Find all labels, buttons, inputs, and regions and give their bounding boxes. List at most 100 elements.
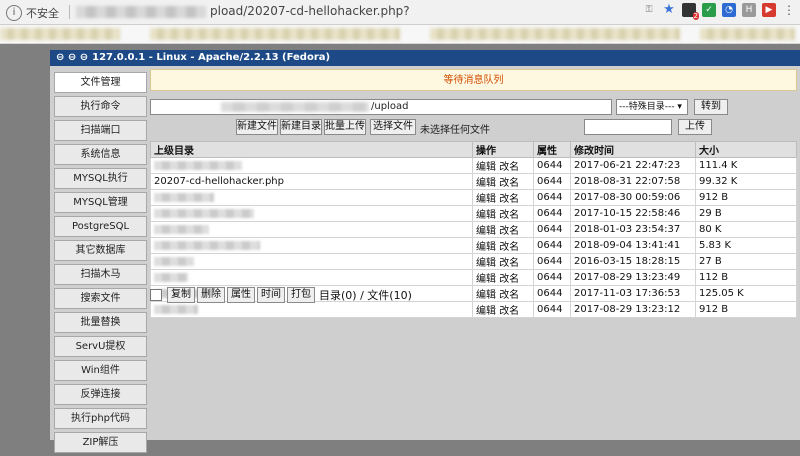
perm-cell[interactable]: 0644 [533,157,571,174]
bulk-actions-bar: 复制 删除 属性 时间 打包 目录(0) / 文件(10) [150,287,412,303]
video-icon[interactable]: ▶ [762,3,776,17]
file-name-cell[interactable] [150,269,473,286]
sidebar-item-postgresql[interactable]: PostgreSQL [54,216,147,237]
window-controls[interactable]: ⊖ ⊖ ⊖ [56,50,88,66]
url-text[interactable]: pload/20207-cd-hellohacker.php? [210,4,410,18]
menu-icon[interactable]: ⋮ [782,3,796,17]
mtime-cell[interactable]: 2016-03-15 18:28:15 [570,253,696,270]
rename-link[interactable]: 改名 [499,194,519,205]
mtime-cell[interactable]: 2017-10-15 22:58:46 [570,205,696,222]
mtime-cell[interactable]: 2017-08-30 00:59:06 [570,189,696,206]
perm-cell[interactable]: 0644 [533,269,571,286]
edit-link[interactable]: 编辑 [476,258,496,269]
sidebar-item-search-files[interactable]: 搜索文件 [54,288,147,309]
upload-button[interactable]: 上传 [678,119,712,135]
edit-link[interactable]: 编辑 [476,274,496,285]
rename-link[interactable]: 改名 [499,242,519,253]
rename-link[interactable]: 改名 [499,162,519,173]
file-name-cell[interactable] [150,221,473,238]
choose-file-button[interactable]: 选择文件 [370,119,416,135]
sidebar-item-other-db[interactable]: 其它数据库 [54,240,147,261]
info-icon[interactable]: i [6,5,22,21]
action-cell: 编辑 改名 [472,157,534,174]
size-cell: 29 B [695,205,797,222]
shield-icon[interactable]: ✓ [702,3,716,17]
new-file-button[interactable]: 新建文件 [236,119,278,135]
sidebar-item-win-component[interactable]: Win组件 [54,360,147,381]
h-icon[interactable]: H [742,3,756,17]
edit-link[interactable]: 编辑 [476,242,496,253]
sidebar-item-exec-command[interactable]: 执行命令 [54,96,147,117]
mtime-cell[interactable]: 2018-01-03 23:54:37 [570,221,696,238]
batch-upload-button[interactable]: 批量上传 [324,119,366,135]
mtime-cell[interactable]: 2017-11-03 17:36:53 [570,285,696,302]
sidebar-item-mysql-manage[interactable]: MYSQL管理 [54,192,147,213]
perm-cell[interactable]: 0644 [533,205,571,222]
history-icon[interactable]: ◔ [722,3,736,17]
col-parent-dir[interactable]: 上级目录 [150,141,473,158]
file-name-cell[interactable] [150,237,473,254]
mtime-cell[interactable]: 2017-08-29 13:23:49 [570,269,696,286]
sidebar-item-reverse-connect[interactable]: 反弹连接 [54,384,147,405]
sidebar-item-file-manager[interactable]: 文件管理 [54,72,147,93]
rename-link[interactable]: 改名 [499,290,519,301]
rename-link[interactable]: 改名 [499,226,519,237]
perm-cell[interactable]: 0644 [533,237,571,254]
sidebar-item-trojan-scan[interactable]: 扫描木马 [54,264,147,285]
edit-link[interactable]: 编辑 [476,306,496,317]
sidebar-item-exec-php[interactable]: 执行php代码 [54,408,147,429]
delete-button[interactable]: 删除 [197,287,225,303]
edit-link[interactable]: 编辑 [476,210,496,221]
edit-link[interactable]: 编辑 [476,226,496,237]
sidebar-item-batch-replace[interactable]: 批量替换 [54,312,147,333]
file-name-cell[interactable] [150,189,473,206]
time-button[interactable]: 时间 [257,287,285,303]
edit-link[interactable]: 编辑 [476,178,496,189]
perm-cell[interactable]: 0644 [533,189,571,206]
upload-name-input[interactable] [584,119,672,135]
perm-cell[interactable]: 0644 [533,253,571,270]
pack-button[interactable]: 打包 [287,287,315,303]
goto-button[interactable]: 转到 [694,99,728,115]
redacted-file-name [154,224,209,234]
rename-link[interactable]: 改名 [499,178,519,189]
select-all-checkbox[interactable] [150,289,162,301]
extension-icon[interactable]: 2 [682,3,699,20]
browser-address-bar[interactable]: i 不安全 pload/20207-cd-hellohacker.php? ⚿ … [0,0,800,25]
special-dir-select-value: ---特殊目录--- [619,102,675,112]
sidebar-item-servu[interactable]: ServU提权 [54,336,147,357]
file-name-cell[interactable] [150,205,473,222]
sidebar-item-system-info[interactable]: 系统信息 [54,144,147,165]
perm-cell[interactable]: 0644 [533,173,571,190]
file-name-cell[interactable] [150,301,473,318]
edit-link[interactable]: 编辑 [476,194,496,205]
perm-cell[interactable]: 0644 [533,221,571,238]
rename-link[interactable]: 改名 [499,306,519,317]
perm-cell[interactable]: 0644 [533,301,571,318]
file-name-cell[interactable] [150,157,473,174]
attr-button[interactable]: 属性 [227,287,255,303]
perm-cell[interactable]: 0644 [533,285,571,302]
sidebar-item-mysql-exec[interactable]: MYSQL执行 [54,168,147,189]
sidebar-item-port-scan[interactable]: 扫描端口 [54,120,147,141]
col-size: 大小 [695,141,797,158]
table-row: 20207-cd-hellohacker.php 编辑 改名 0644 2018-08… [150,173,797,190]
special-dir-select[interactable]: ---特殊目录--- ▾ [616,99,688,115]
star-icon[interactable]: ★ [662,3,676,17]
mtime-cell[interactable]: 2017-06-21 22:47:23 [570,157,696,174]
sidebar-item-zip-extract[interactable]: ZIP解压 [54,432,147,453]
file-name-cell[interactable] [150,253,473,270]
rename-link[interactable]: 改名 [499,274,519,285]
rename-link[interactable]: 改名 [499,210,519,221]
copy-button[interactable]: 复制 [167,287,195,303]
new-dir-button[interactable]: 新建目录 [280,119,322,135]
rename-link[interactable]: 改名 [499,258,519,269]
edit-link[interactable]: 编辑 [476,162,496,173]
mtime-cell[interactable]: 2017-08-29 13:23:12 [570,301,696,318]
file-name-cell[interactable]: 20207-cd-hellohacker.php [150,173,473,190]
key-icon[interactable]: ⚿ [642,3,656,17]
mtime-cell[interactable]: 2018-08-31 22:07:58 [570,173,696,190]
mtime-cell[interactable]: 2018-09-04 13:41:41 [570,237,696,254]
path-input[interactable]: /upload [150,99,612,115]
edit-link[interactable]: 编辑 [476,290,496,301]
